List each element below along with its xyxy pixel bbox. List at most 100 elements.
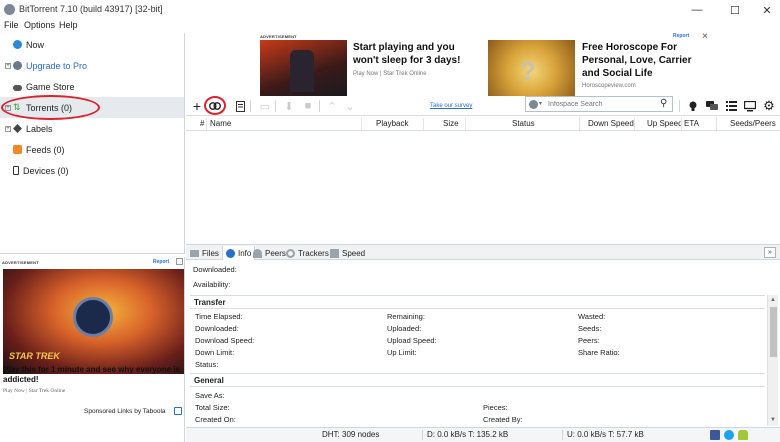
- column-name[interactable]: Name: [210, 119, 231, 131]
- tab-trackers[interactable]: Trackers: [286, 246, 329, 260]
- column-divider[interactable]: [206, 118, 207, 130]
- delete-icon[interactable]: ▭: [258, 99, 272, 113]
- scrollbar-thumb[interactable]: [770, 307, 777, 357]
- title-bar: BitTorrent 7.10 (build 43917) [32-bit] —…: [0, 0, 780, 20]
- bulb-icon[interactable]: [686, 99, 700, 113]
- maximize-button[interactable]: ☐: [718, 0, 752, 20]
- toolbar: + ▭ ⬇ ■ ⌃ ⌄ Take our survey ▾ ⚲ ⚙: [186, 96, 780, 116]
- download-status[interactable]: D: 0.0 kB/s T: 135.2 kB: [427, 430, 508, 439]
- sidebar-item-now[interactable]: Now: [0, 34, 184, 55]
- transfer-section-header[interactable]: Transfer: [190, 295, 765, 309]
- menu-options[interactable]: Options: [24, 20, 55, 30]
- created-by-label: Created By:: [483, 415, 523, 424]
- twitter-icon[interactable]: [724, 430, 734, 440]
- column-divider[interactable]: [579, 118, 580, 130]
- tab-label: Trackers: [298, 248, 329, 258]
- search-icon[interactable]: ⚲: [660, 98, 667, 109]
- ad-headline[interactable]: Play this for 1 minute and see why every…: [3, 365, 185, 385]
- sidebar-item-label: Feeds (0): [26, 144, 65, 155]
- downloaded-stat-label: Downloaded:: [195, 324, 239, 333]
- tab-peers[interactable]: Peers: [253, 246, 286, 260]
- sidebar-item-game-store[interactable]: Game Store: [0, 76, 184, 97]
- scroll-down-icon[interactable]: ▼: [770, 417, 776, 423]
- expand-icon[interactable]: +: [5, 62, 11, 69]
- column-down-speed[interactable]: Down Speed: [588, 119, 634, 131]
- ad1-source[interactable]: Play Now | Star Trek Online: [353, 71, 427, 77]
- ad1-headline[interactable]: Start playing and you won't sleep for 3 …: [353, 41, 471, 67]
- menu-help[interactable]: Help: [59, 20, 78, 30]
- ad2-image[interactable]: ?: [488, 40, 575, 96]
- ad2-source[interactable]: Horoscopeview.com: [582, 83, 636, 89]
- column-divider[interactable]: [634, 118, 635, 130]
- sidebar-item-upgrade[interactable]: + Upgrade to Pro: [0, 55, 184, 76]
- tab-files[interactable]: Files: [190, 246, 219, 260]
- add-torrent-icon[interactable]: +: [190, 98, 204, 114]
- column-seeds-peers[interactable]: Seeds/Peers: [730, 119, 776, 131]
- stop-icon[interactable]: ■: [301, 99, 315, 113]
- up-limit-label: Up Limit:: [387, 348, 417, 357]
- highlight-circle: [204, 96, 226, 115]
- scrollbar[interactable]: ▲ ▼: [767, 295, 778, 426]
- minimize-button[interactable]: —: [680, 0, 714, 20]
- ad-report-link[interactable]: Report: [153, 259, 169, 265]
- ad-report-link[interactable]: Report: [673, 33, 689, 39]
- adchoices-icon[interactable]: [174, 407, 182, 415]
- torrent-list[interactable]: [186, 132, 780, 244]
- ad-image[interactable]: STAR TREK: [3, 269, 184, 374]
- move-up-icon[interactable]: ⌃: [325, 99, 339, 113]
- column-divider[interactable]: [361, 118, 362, 130]
- close-button[interactable]: ✕: [750, 0, 780, 20]
- remaining-label: Remaining:: [387, 312, 425, 321]
- sidebar-item-feeds[interactable]: Feeds (0): [0, 139, 184, 160]
- android-icon[interactable]: [738, 430, 748, 440]
- facebook-icon[interactable]: [710, 430, 720, 440]
- info-icon: [226, 248, 235, 258]
- column-divider[interactable]: [716, 118, 717, 130]
- survey-link[interactable]: Take our survey: [430, 103, 472, 109]
- column-number[interactable]: #: [200, 119, 204, 131]
- upload-status[interactable]: U: 0.0 kB/s T: 57.7 kB: [567, 430, 644, 439]
- sidebar-item-labels[interactable]: + Labels: [0, 118, 184, 139]
- share-ratio-label: Share Ratio:: [578, 348, 620, 357]
- create-torrent-icon[interactable]: [233, 99, 247, 113]
- ad2-headline[interactable]: Free Horoscope For Personal, Love, Carri…: [582, 41, 707, 80]
- ad1-image[interactable]: [260, 40, 347, 96]
- list-view-icon[interactable]: [724, 99, 738, 113]
- column-divider[interactable]: [681, 118, 682, 130]
- top-advertisement: ADVERTISEMENT Report × Start playing and…: [186, 31, 780, 96]
- download-icon[interactable]: ⬇: [282, 99, 296, 113]
- sponsored-label[interactable]: Sponsored Links by Taboola: [84, 408, 166, 415]
- monitor-icon[interactable]: [743, 99, 757, 113]
- column-up-speed[interactable]: Up Speed: [647, 119, 683, 131]
- pieces-label: Pieces:: [483, 403, 508, 412]
- column-playback[interactable]: Playback: [376, 119, 408, 131]
- chat-icon[interactable]: [705, 99, 719, 113]
- ad-close-icon[interactable]: [176, 258, 183, 265]
- expand-icon[interactable]: +: [5, 125, 11, 132]
- tab-info[interactable]: Info: [222, 246, 256, 260]
- total-size-label: Total Size:: [195, 403, 230, 412]
- chevron-down-icon[interactable]: ▾: [539, 100, 542, 107]
- general-section-header[interactable]: General: [190, 373, 765, 387]
- sidebar-item-devices[interactable]: Devices (0): [0, 160, 184, 181]
- folder-icon: [190, 249, 199, 257]
- menu-file[interactable]: File: [4, 20, 19, 30]
- search-box[interactable]: ▾ ⚲: [525, 96, 673, 112]
- column-size[interactable]: Size: [443, 119, 459, 131]
- tab-label: Info: [238, 248, 252, 258]
- search-provider-icon[interactable]: [529, 100, 538, 109]
- scroll-up-icon[interactable]: ▲: [770, 297, 776, 303]
- toolbar-divider: [250, 100, 251, 112]
- collapse-panel-icon[interactable]: »: [764, 247, 776, 258]
- column-eta[interactable]: ETA: [684, 119, 699, 131]
- search-input[interactable]: [548, 98, 656, 110]
- column-status[interactable]: Status: [512, 119, 535, 131]
- ad-source[interactable]: Play Now | Star Trek Online: [3, 388, 65, 394]
- tab-speed[interactable]: Speed: [330, 246, 365, 260]
- move-down-icon[interactable]: ⌄: [343, 99, 357, 113]
- column-divider[interactable]: [465, 118, 466, 130]
- gear-icon[interactable]: ⚙: [762, 98, 776, 113]
- dht-status[interactable]: DHT: 309 nodes: [322, 430, 379, 439]
- availability-label: Availability:: [193, 280, 231, 289]
- column-divider[interactable]: [423, 118, 424, 130]
